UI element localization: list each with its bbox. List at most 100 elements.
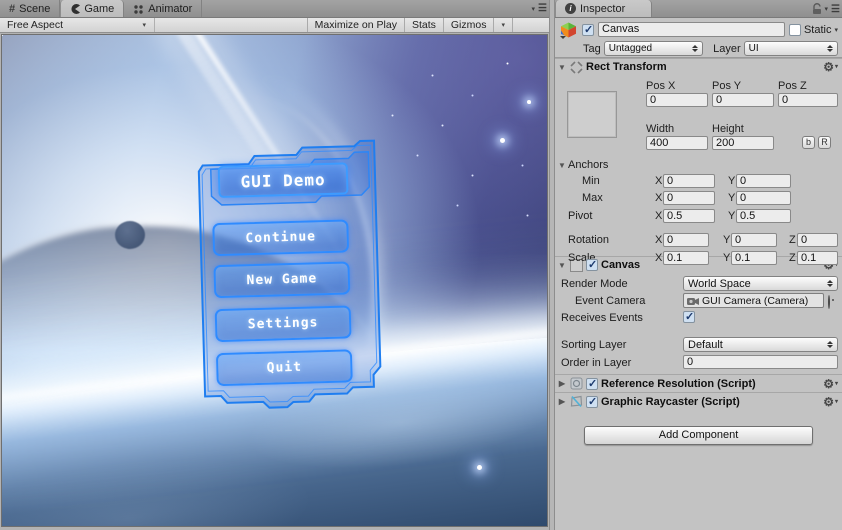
canvas-component-body: Render Mode World Space Event Camera GUI… — [555, 273, 842, 374]
bright-star — [500, 138, 505, 143]
foldout-closed-icon[interactable]: ▶ — [557, 379, 567, 388]
tab-inspector[interactable]: i Inspector — [555, 0, 652, 17]
canvas-title: Canvas — [601, 259, 641, 271]
rect-transform-title: Rect Transform — [586, 61, 667, 73]
graphic-raycaster-header[interactable]: ▶ Graphic Raycaster (Script) ⚙▾ — [555, 392, 842, 410]
event-camera-label: Event Camera — [575, 295, 646, 307]
graphic-raycaster-checkbox[interactable] — [586, 395, 598, 408]
pos-z-field[interactable]: 0 — [778, 93, 838, 107]
x-label: X — [655, 234, 663, 246]
reference-resolution-checkbox[interactable] — [586, 377, 598, 390]
static-dropdown-icon[interactable]: ▾ — [834, 26, 838, 34]
chevron-down-icon: ▾ — [501, 22, 505, 29]
gameobject-name-field[interactable]: Canvas — [598, 22, 785, 37]
render-mode-dropdown[interactable]: World Space — [683, 276, 838, 291]
anchors-foldout-icon[interactable]: ▼ — [557, 161, 567, 170]
pivot-y-field[interactable]: 0.5 — [736, 209, 791, 223]
anchor-preview-box[interactable] — [567, 91, 617, 138]
rect-transform-header[interactable]: ▼ Rect Transform ⚙ ▾ — [555, 58, 842, 75]
layer-label: Layer — [713, 42, 741, 55]
gear-icon[interactable]: ⚙ ▾ — [823, 378, 838, 390]
sorting-layer-label: Sorting Layer — [561, 339, 627, 351]
order-in-layer-field[interactable]: 0 — [683, 355, 838, 369]
starfield — [2, 35, 3, 36]
sorting-layer-value: Default — [688, 338, 723, 351]
scale-x-field[interactable]: 0.1 — [663, 251, 709, 265]
layer-dropdown[interactable]: UI — [743, 41, 838, 56]
graphic-raycaster-icon — [570, 395, 583, 408]
layer-value: UI — [748, 43, 759, 54]
y-label: Y — [728, 175, 736, 187]
inspector-body: Canvas Static ▾ Tag Untagged Layer — [555, 18, 842, 530]
foldout-open-icon[interactable]: ▼ — [557, 63, 567, 72]
anchor-max-x-field[interactable]: 0 — [663, 191, 715, 205]
popup-arrows-icon — [692, 45, 699, 52]
static-checkbox[interactable] — [788, 23, 801, 36]
tab-game-label: Game — [84, 2, 115, 15]
stats-button[interactable]: Stats — [403, 18, 443, 32]
pos-x-label: Pos X — [646, 80, 676, 92]
add-component-button[interactable]: Add Component — [584, 426, 813, 445]
foldout-open-icon[interactable]: ▼ — [557, 261, 567, 270]
bright-star — [477, 465, 482, 470]
foldout-closed-icon[interactable]: ▶ — [557, 397, 567, 406]
gear-icon[interactable]: ⚙ ▾ — [823, 396, 838, 408]
tag-dropdown[interactable]: Untagged — [603, 41, 704, 56]
width-field[interactable]: 400 — [646, 136, 708, 150]
maximize-on-play-button[interactable]: Maximize on Play — [306, 18, 404, 32]
pos-y-field[interactable]: 0 — [712, 93, 774, 107]
tab-game[interactable]: Game — [60, 0, 125, 17]
pane-hamburger-icon: ☰ — [538, 3, 547, 14]
anchor-max-y-field[interactable]: 0 — [736, 191, 791, 205]
receives-events-checkbox[interactable] — [683, 310, 695, 323]
sorting-layer-dropdown[interactable]: Default — [683, 337, 838, 352]
tag-label: Tag — [583, 42, 601, 55]
inspector-pane-menu: ▾ ☰ — [812, 3, 840, 15]
blueprint-mode-button[interactable]: b — [802, 136, 815, 149]
tag-value: Untagged — [608, 43, 653, 54]
animator-icon — [134, 4, 143, 14]
camera-icon — [687, 298, 699, 305]
left-pane-menu[interactable]: ▾ ☰ — [532, 3, 547, 14]
rotation-x-field[interactable]: 0 — [663, 233, 709, 247]
quit-button[interactable]: Quit — [215, 349, 353, 387]
gizmos-label: Gizmos — [450, 19, 487, 31]
gizmos-button[interactable]: Gizmos — [442, 18, 494, 32]
anchor-min-x-field[interactable]: 0 — [663, 174, 715, 188]
pane-hamburger-icon[interactable]: ☰ — [831, 4, 840, 15]
scale-z-field[interactable]: 0.1 — [797, 251, 838, 265]
settings-button[interactable]: Settings — [214, 305, 352, 343]
pane-dropdown-icon[interactable]: ▾ — [825, 5, 829, 13]
height-field[interactable]: 200 — [712, 136, 774, 150]
scale-y-field[interactable]: 0.1 — [731, 251, 777, 265]
anchor-min-y-field[interactable]: 0 — [736, 174, 791, 188]
tab-animator[interactable]: Animator — [124, 0, 203, 17]
chevron-down-icon: ▾ — [142, 22, 146, 29]
rotation-z-field[interactable]: 0 — [797, 233, 838, 247]
event-camera-object-field[interactable]: GUI Camera (Camera) — [683, 293, 824, 308]
canvas-enabled-checkbox[interactable] — [586, 258, 598, 271]
reference-resolution-header[interactable]: ▶ Reference Resolution (Script) ⚙▾ — [555, 374, 842, 392]
continue-button[interactable]: Continue — [212, 219, 350, 257]
lock-icon[interactable] — [812, 3, 822, 15]
gui-menu-panel: GUI Demo Continue New Game Settings Quit — [190, 136, 394, 431]
moon-silhouette — [115, 221, 145, 249]
rotation-label: Rotation — [568, 234, 609, 246]
object-picker-icon[interactable] — [828, 295, 830, 309]
pos-x-field[interactable]: 0 — [646, 93, 708, 107]
gameobject-enabled-checkbox[interactable] — [582, 23, 594, 36]
toolbar-right-group: Maximize on Play Stats Gizmos ▾ — [306, 18, 513, 32]
y-label: Y — [723, 234, 731, 246]
inspector-pane: i Inspector ▾ ☰ ✓ Canvas Static ▾ Tag Un… — [555, 0, 842, 530]
tab-scene[interactable]: # Scene — [0, 0, 61, 17]
raw-edit-mode-button[interactable]: R — [818, 136, 831, 149]
x-label: X — [655, 252, 663, 264]
x-label: X — [655, 175, 663, 187]
rotation-y-field[interactable]: 0 — [731, 233, 777, 247]
aspect-dropdown[interactable]: Free Aspect ▾ — [0, 18, 155, 32]
gear-icon[interactable]: ⚙ ▾ — [823, 61, 838, 73]
pivot-x-field[interactable]: 0.5 — [663, 209, 715, 223]
inspector-tabbar: i Inspector ▾ ☰ — [555, 0, 842, 18]
gizmos-dropdown[interactable]: ▾ — [493, 18, 513, 32]
new-game-button[interactable]: New Game — [213, 261, 351, 299]
